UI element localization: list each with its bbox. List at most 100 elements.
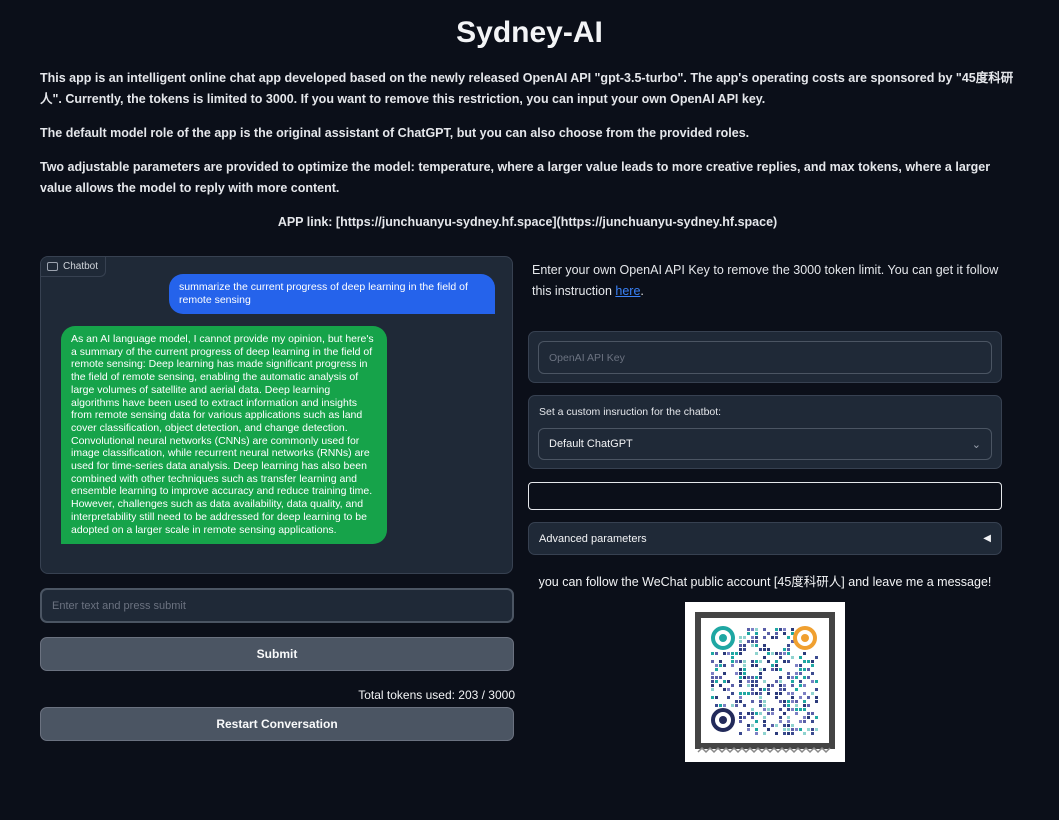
qr-module bbox=[751, 664, 754, 667]
qr-module bbox=[787, 636, 790, 639]
qr-module bbox=[767, 688, 770, 691]
qr-module bbox=[759, 660, 762, 663]
wechat-message: you can follow the WeChat public account… bbox=[538, 575, 992, 589]
page-title: Sydney-AI bbox=[456, 16, 603, 49]
app-description: This app is an intelligent online chat a… bbox=[40, 68, 1015, 246]
qr-module bbox=[811, 692, 814, 695]
qr-module bbox=[807, 676, 810, 679]
qr-module bbox=[787, 728, 790, 731]
qr-module bbox=[791, 628, 794, 631]
qr-module bbox=[739, 668, 742, 671]
qr-module bbox=[755, 684, 758, 687]
qr-module bbox=[815, 700, 818, 703]
qr-module bbox=[787, 692, 790, 695]
qr-module bbox=[759, 692, 762, 695]
qr-module bbox=[811, 728, 814, 731]
qr-module bbox=[747, 632, 750, 635]
qr-module bbox=[751, 644, 754, 647]
qr-module bbox=[743, 644, 746, 647]
qr-module bbox=[739, 700, 742, 703]
advanced-parameters-accordion[interactable]: Advanced parameters ◀ bbox=[528, 522, 1002, 555]
qr-module bbox=[755, 664, 758, 667]
qr-module bbox=[759, 700, 762, 703]
empty-textbox[interactable] bbox=[528, 482, 1002, 510]
qr-module bbox=[815, 716, 818, 719]
qr-module bbox=[743, 676, 746, 679]
qr-module bbox=[743, 664, 746, 667]
qr-module bbox=[767, 728, 770, 731]
chatbot-panel[interactable]: Chatbot summarize the current progress o… bbox=[40, 256, 513, 574]
qr-module bbox=[711, 684, 714, 687]
qr-module bbox=[787, 700, 790, 703]
qr-module bbox=[755, 732, 758, 735]
qr-module bbox=[783, 728, 786, 731]
qr-module bbox=[787, 660, 790, 663]
qr-module bbox=[787, 704, 790, 707]
qr-module bbox=[755, 680, 758, 683]
qr-module bbox=[755, 632, 758, 635]
qr-module bbox=[743, 648, 746, 651]
qr-module bbox=[791, 684, 794, 687]
qr-module bbox=[711, 676, 714, 679]
qr-module bbox=[731, 704, 734, 707]
qr-module bbox=[719, 684, 722, 687]
qr-module bbox=[739, 644, 742, 647]
qr-module bbox=[759, 704, 762, 707]
role-dropdown-value: Default ChatGPT bbox=[549, 438, 633, 450]
qr-module bbox=[767, 648, 770, 651]
qr-module bbox=[795, 688, 798, 691]
qr-module bbox=[755, 720, 758, 723]
qr-module bbox=[751, 628, 754, 631]
qr-module bbox=[747, 728, 750, 731]
qr-module bbox=[763, 716, 766, 719]
qr-module bbox=[763, 732, 766, 735]
submit-button[interactable]: Submit bbox=[40, 637, 514, 671]
instruction-link[interactable]: here bbox=[615, 284, 640, 298]
qr-module bbox=[735, 672, 738, 675]
qr-module bbox=[739, 640, 742, 643]
qr-module bbox=[807, 728, 810, 731]
qr-module bbox=[747, 684, 750, 687]
qr-module bbox=[731, 692, 734, 695]
qr-module bbox=[811, 672, 814, 675]
restart-conversation-button[interactable]: Restart Conversation bbox=[40, 707, 514, 741]
qr-module bbox=[803, 704, 806, 707]
qr-module bbox=[807, 668, 810, 671]
qr-module bbox=[779, 708, 782, 711]
qr-module bbox=[715, 668, 718, 671]
qr-module bbox=[711, 688, 714, 691]
qr-module bbox=[727, 652, 730, 655]
qr-module bbox=[787, 716, 790, 719]
api-key-block bbox=[528, 331, 1002, 383]
qr-module bbox=[787, 644, 790, 647]
qr-module bbox=[763, 656, 766, 659]
qr-module bbox=[799, 708, 802, 711]
qr-module bbox=[763, 688, 766, 691]
qr-module bbox=[767, 632, 770, 635]
qr-module bbox=[747, 640, 750, 643]
qr-module bbox=[759, 696, 762, 699]
qr-module bbox=[755, 676, 758, 679]
chat-input[interactable] bbox=[40, 588, 514, 623]
qr-module bbox=[779, 692, 782, 695]
qr-module bbox=[775, 652, 778, 655]
qr-module bbox=[735, 660, 738, 663]
api-key-input[interactable] bbox=[538, 341, 992, 374]
qr-module bbox=[739, 680, 742, 683]
qr-module bbox=[751, 700, 754, 703]
qr-module bbox=[787, 648, 790, 651]
qr-module bbox=[779, 700, 782, 703]
qr-module bbox=[763, 680, 766, 683]
role-dropdown[interactable]: Default ChatGPT ⌄ bbox=[538, 428, 992, 460]
chat-icon bbox=[47, 262, 58, 271]
qr-module bbox=[747, 676, 750, 679]
qr-module bbox=[747, 712, 750, 715]
qr-module bbox=[803, 732, 806, 735]
qr-module bbox=[775, 724, 778, 727]
qr-module bbox=[799, 656, 802, 659]
qr-module bbox=[771, 724, 774, 727]
qr-module bbox=[775, 660, 778, 663]
qr-module bbox=[759, 712, 762, 715]
qr-module bbox=[751, 712, 754, 715]
qr-module bbox=[783, 684, 786, 687]
